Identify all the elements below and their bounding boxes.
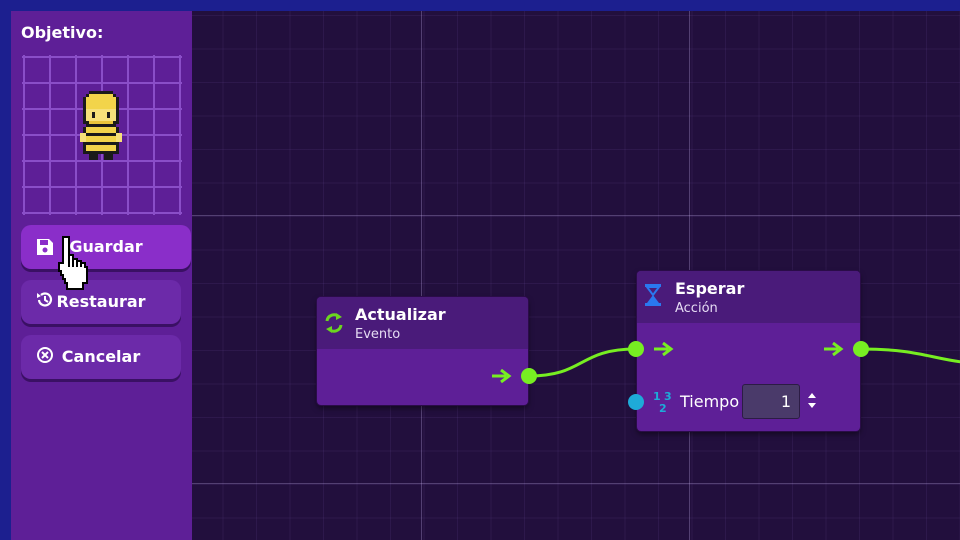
node-title: Actualizar bbox=[355, 305, 446, 324]
time-field-label: Tiempo bbox=[680, 392, 740, 411]
sprite-preview bbox=[22, 55, 182, 215]
node-subtitle: Acción bbox=[675, 301, 718, 316]
wire-update-to-wait bbox=[528, 347, 637, 378]
node-header[interactable] bbox=[637, 271, 860, 323]
node-title: Esperar bbox=[675, 279, 745, 298]
cancel-button[interactable]: Cancelar bbox=[21, 335, 181, 379]
spinner-arrows-icon[interactable] bbox=[806, 390, 818, 412]
exec-output-port[interactable] bbox=[521, 368, 537, 384]
restore-button[interactable]: Restaurar bbox=[21, 280, 181, 324]
exec-arrow-icon bbox=[492, 369, 512, 383]
exec-input-port[interactable] bbox=[628, 341, 644, 357]
sidebar: Objetivo: Guardar Restaurar Cancelar bbox=[11, 11, 192, 540]
wire-wait-out bbox=[860, 347, 960, 364]
svg-text:2: 2 bbox=[659, 402, 667, 414]
save-button[interactable]: Guardar bbox=[21, 225, 191, 269]
hourglass-icon bbox=[645, 284, 661, 306]
node-wait[interactable]: Esperar Acción 1 3 2 Tiempo 1 bbox=[637, 271, 860, 431]
time-value-input[interactable]: 1 bbox=[742, 384, 800, 419]
cancel-button-label: Cancelar bbox=[61, 347, 141, 366]
restore-button-label: Restaurar bbox=[56, 292, 146, 311]
save-button-label: Guardar bbox=[69, 237, 143, 256]
objective-title: Objetivo: bbox=[21, 23, 104, 42]
exec-arrow-icon bbox=[824, 342, 844, 356]
number-input-port[interactable] bbox=[628, 394, 644, 410]
number-icon: 1 3 2 bbox=[653, 390, 672, 414]
exec-arrow-icon bbox=[654, 342, 674, 356]
character-sprite-icon bbox=[80, 91, 122, 160]
node-subtitle: Evento bbox=[355, 327, 401, 342]
hand-pointer-cursor-icon bbox=[58, 236, 88, 290]
node-update[interactable]: Actualizar Evento bbox=[317, 297, 528, 405]
refresh-icon bbox=[325, 313, 343, 333]
exec-output-port[interactable] bbox=[853, 341, 869, 357]
